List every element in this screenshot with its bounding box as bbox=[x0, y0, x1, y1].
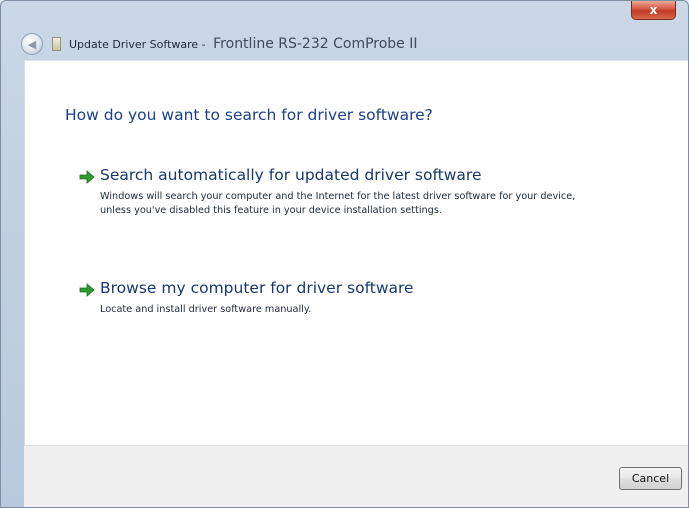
window-title: Update Driver Software - Frontline RS-23… bbox=[69, 36, 418, 52]
button-bar: Cancel bbox=[24, 445, 688, 507]
green-arrow-icon bbox=[79, 170, 95, 184]
back-button[interactable]: ◀ bbox=[21, 33, 43, 55]
option-title[interactable]: Search automatically for updated driver … bbox=[100, 166, 481, 184]
content-panel: How do you want to search for driver sof… bbox=[24, 60, 688, 445]
green-arrow-icon bbox=[79, 283, 95, 297]
title-prefix: Update Driver Software - bbox=[69, 38, 206, 51]
option-title[interactable]: Browse my computer for driver software bbox=[100, 279, 414, 297]
option-description: Windows will search your computer and th… bbox=[100, 191, 576, 216]
close-icon: x bbox=[649, 3, 658, 17]
page-heading: How do you want to search for driver sof… bbox=[65, 106, 433, 124]
close-button[interactable]: x bbox=[631, 1, 676, 20]
back-arrow-icon: ◀ bbox=[27, 37, 37, 51]
device-icon bbox=[52, 37, 61, 51]
nav-bar: ◀ Update Driver Software - Frontline RS-… bbox=[7, 29, 682, 59]
update-driver-dialog: x ◀ Update Driver Software - Frontline R… bbox=[0, 0, 689, 508]
cancel-button[interactable]: Cancel bbox=[619, 467, 682, 490]
title-bar: x bbox=[1, 1, 688, 29]
option-description: Locate and install driver software manua… bbox=[100, 304, 312, 315]
title-device-name: Frontline RS-232 ComProbe II bbox=[213, 36, 418, 52]
